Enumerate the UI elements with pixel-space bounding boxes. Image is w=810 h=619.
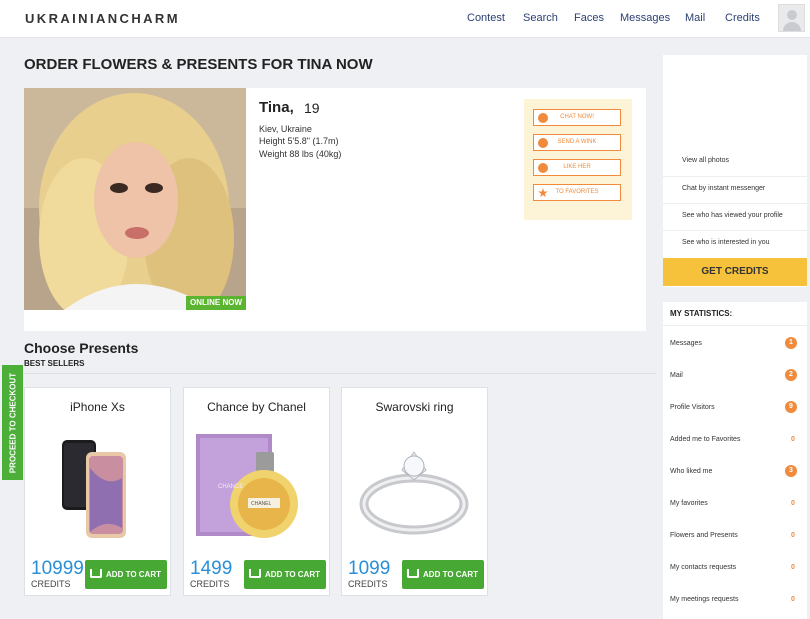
nav-faces[interactable]: Faces	[574, 12, 604, 24]
section-divider	[24, 373, 656, 374]
add-to-cart-label: ADD TO CART	[423, 570, 478, 579]
stat-flowers-presents[interactable]: Flowers and Presents	[670, 532, 738, 539]
price-unit: CREDITS	[190, 579, 230, 589]
stat-contacts-requests[interactable]: My contacts requests	[670, 564, 736, 571]
ring-image	[359, 451, 469, 535]
statistics-panel: MY STATISTICS: Messages 1 Mail 2 Profile…	[663, 302, 807, 619]
cart-icon	[249, 569, 261, 578]
stat-profile-visitors[interactable]: Profile Visitors	[670, 404, 715, 411]
profile-weight: Weight 88 lbs (40kg)	[259, 149, 342, 159]
product-title: Chance by Chanel	[207, 400, 306, 414]
wink-icon	[538, 138, 548, 148]
product-price: 10999	[31, 558, 84, 579]
like-her-label: LIKE HER	[563, 164, 591, 170]
product-price: 1099	[348, 558, 391, 579]
add-to-cart-label: ADD TO CART	[106, 570, 161, 579]
profile-photo-image	[24, 88, 246, 310]
nav-contest[interactable]: Contest	[467, 12, 505, 24]
add-to-cart-button[interactable]: ADD TO CART	[85, 560, 167, 589]
view-all-photos-link[interactable]: View all photos	[682, 157, 729, 164]
sidebar-divider	[663, 230, 807, 231]
sidebar-divider	[663, 325, 807, 326]
perfume-box-text: CHANCE	[218, 484, 244, 490]
nav-search[interactable]: Search	[523, 12, 558, 24]
profile-card: ONLINE NOW Tina, 19 Kiev, Ukraine Height…	[24, 88, 646, 331]
get-credits-button[interactable]: GET CREDITS	[663, 258, 807, 286]
stat-messages-count: 1	[785, 337, 797, 349]
stat-contacts-requests-count: 0	[791, 564, 795, 571]
stat-mail-count: 2	[785, 369, 797, 381]
online-status-badge: ONLINE NOW	[186, 296, 246, 310]
presents-title: Choose Presents	[24, 340, 139, 356]
perfume-image	[196, 434, 298, 538]
cart-icon	[407, 569, 419, 578]
stat-added-favorites-count: 0	[791, 436, 795, 443]
product-card-chanel[interactable]: Chance by Chanel CHANCE CHANEL 1499 CRED…	[183, 387, 330, 596]
best-sellers-label: BEST SELLERS	[24, 359, 85, 368]
product-title: iPhone Xs	[70, 400, 125, 414]
user-avatar[interactable]	[778, 4, 805, 32]
stat-profile-visitors-count: 9	[785, 401, 797, 413]
product-price: 1499	[190, 558, 233, 579]
nav-mail[interactable]: Mail	[685, 12, 705, 24]
price-unit: CREDITS	[348, 579, 388, 589]
stat-messages[interactable]: Messages	[670, 340, 702, 347]
profile-photo[interactable]: ONLINE NOW	[24, 88, 246, 310]
stat-mail[interactable]: Mail	[670, 372, 683, 379]
cart-icon	[90, 569, 102, 578]
iphone-image	[62, 440, 126, 538]
add-to-cart-button[interactable]: ADD TO CART	[402, 560, 484, 589]
viewed-profile-link[interactable]: See who has viewed your profile	[682, 212, 783, 219]
chat-now-label: CHAT NOW!	[560, 114, 594, 120]
stat-my-favorites-count: 0	[791, 500, 795, 507]
sidebar-actions: View all photos Chat by instant messenge…	[663, 55, 807, 287]
nav-messages[interactable]: Messages	[620, 12, 670, 24]
sidebar-divider	[663, 203, 807, 204]
page-title: ORDER FLOWERS & PRESENTS FOR TINA NOW	[24, 56, 373, 73]
site-logo[interactable]: UKRAINIANCHARM	[25, 11, 180, 26]
profile-age: 19	[304, 100, 320, 116]
nav-credits[interactable]: Credits	[725, 12, 760, 24]
chat-icon	[538, 113, 548, 123]
checkout-label: PROCEED TO CHECKOUT	[8, 372, 17, 473]
send-wink-label: SEND A WINK	[557, 139, 597, 145]
add-to-cart-label: ADD TO CART	[265, 570, 320, 579]
interested-in-you-link[interactable]: See who is interested in you	[682, 239, 770, 246]
send-wink-button[interactable]: SEND A WINK	[533, 134, 621, 151]
profile-height: Height 5'5.8" (1.7m)	[259, 136, 339, 146]
stat-who-liked-me-count: 3	[785, 465, 797, 477]
perfume-bottle-text: CHANEL	[251, 501, 272, 507]
chat-messenger-link[interactable]: Chat by instant messenger	[682, 185, 765, 192]
stat-who-liked-me[interactable]: Who liked me	[670, 468, 712, 475]
top-bar: UKRAINIANCHARM Contest Search Faces Mess…	[0, 0, 810, 38]
stat-flowers-presents-count: 0	[791, 532, 795, 539]
like-her-button[interactable]: LIKE HER	[533, 159, 621, 176]
profile-actions-panel: CHAT NOW! SEND A WINK LIKE HER TO FAVORI…	[524, 99, 632, 220]
product-card-iphone[interactable]: iPhone Xs 10999 CREDITS ADD TO CART	[24, 387, 171, 596]
star-icon	[538, 188, 548, 198]
statistics-title: MY STATISTICS:	[670, 309, 733, 318]
to-favorites-label: TO FAVORITES	[555, 189, 599, 195]
price-unit: CREDITS	[31, 579, 71, 589]
stat-meetings-requests-count: 0	[791, 596, 795, 603]
chat-now-button[interactable]: CHAT NOW!	[533, 109, 621, 126]
stat-meetings-requests[interactable]: My meetings requests	[670, 596, 738, 603]
add-to-cart-button[interactable]: ADD TO CART	[244, 560, 326, 589]
sidebar-divider	[663, 176, 807, 177]
proceed-to-checkout-tab[interactable]: PROCEED TO CHECKOUT	[2, 365, 23, 480]
profile-location: Kiev, Ukraine	[259, 124, 312, 134]
stat-added-favorites[interactable]: Added me to Favorites	[670, 436, 740, 443]
product-title: Swarovski ring	[375, 400, 454, 414]
to-favorites-button[interactable]: TO FAVORITES	[533, 184, 621, 201]
product-card-ring[interactable]: Swarovski ring 1099 CREDITS ADD TO CART	[341, 387, 488, 596]
heart-icon	[538, 163, 548, 173]
profile-name: Tina,	[259, 99, 294, 116]
stat-my-favorites[interactable]: My favorites	[670, 500, 708, 507]
